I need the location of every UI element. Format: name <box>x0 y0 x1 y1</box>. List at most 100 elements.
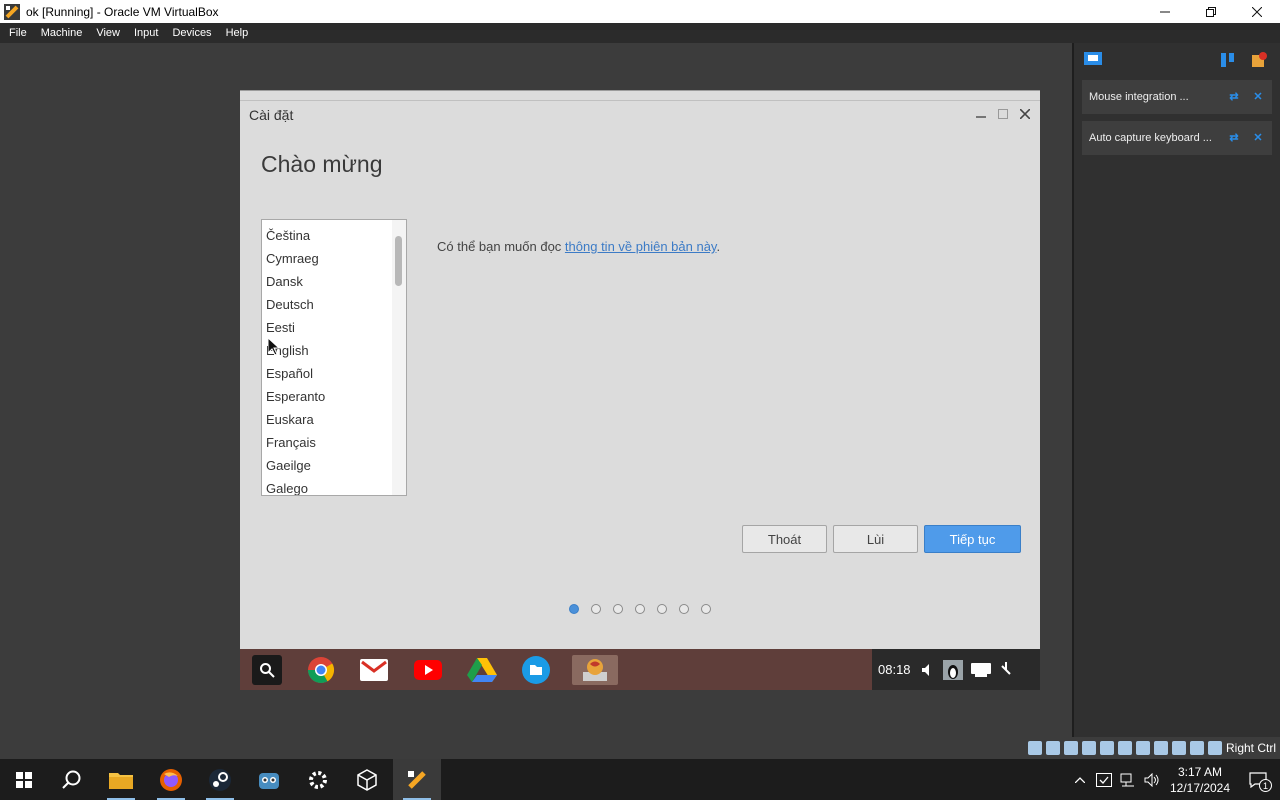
speaker-icon <box>1144 772 1159 787</box>
youtube-app[interactable] <box>413 655 443 685</box>
drive-app[interactable] <box>467 655 497 685</box>
language-list-scrollbar[interactable] <box>392 220 406 495</box>
cpu-icon[interactable] <box>1171 741 1186 755</box>
mouse-integration-icon[interactable] <box>1189 741 1204 755</box>
clock-time: 3:17 AM <box>1177 764 1223 779</box>
language-item[interactable]: Gaeilge <box>262 454 392 477</box>
chevron-up-icon <box>1075 776 1085 783</box>
host-window-title: ok [Running] - Oracle VM VirtualBox <box>26 4 219 19</box>
menu-file[interactable]: File <box>0 23 34 43</box>
menu-view[interactable]: View <box>89 23 127 43</box>
pin-icon[interactable]: ⇄ <box>1228 131 1240 144</box>
shared-folders-icon[interactable] <box>1117 741 1132 755</box>
language-item[interactable]: English <box>262 339 392 362</box>
notification-auto-capture-keyboard: Auto capture keyboard ... ⇄ ✕ <box>1082 121 1272 155</box>
hard-disk-icon[interactable] <box>1027 741 1042 755</box>
menu-input[interactable]: Input <box>127 23 165 43</box>
vm-display[interactable]: Cài đặt Chào mừng Čeština Cymraeg Dansk … <box>0 43 1070 737</box>
language-item[interactable]: Čeština <box>262 224 392 247</box>
back-button[interactable]: Lùi <box>833 525 918 553</box>
network-icon <box>1120 773 1134 786</box>
search-icon <box>62 770 81 789</box>
close-icon[interactable]: ✕ <box>1252 131 1264 144</box>
notification-text: Mouse integration ... <box>1089 91 1189 103</box>
taskbar-godot[interactable] <box>245 759 293 800</box>
menu-machine[interactable]: Machine <box>34 23 90 43</box>
taskbar-settings[interactable] <box>294 759 342 800</box>
step-dot <box>569 604 579 614</box>
action-center-button[interactable]: 1 <box>1236 759 1280 800</box>
cube-icon <box>357 768 377 791</box>
taskbar-firefox[interactable] <box>147 759 195 800</box>
keyboard-capture-icon[interactable] <box>1207 741 1222 755</box>
chrome-app[interactable] <box>306 655 336 685</box>
minimize-button[interactable] <box>1142 0 1188 23</box>
clear-notifications-icon[interactable] <box>1250 51 1268 69</box>
gmail-app[interactable] <box>359 655 389 685</box>
system-tray: 3:17 AM 12/17/2024 1 <box>1068 759 1280 800</box>
step-dot <box>679 604 689 614</box>
installer-icon <box>583 659 607 681</box>
mouse-cursor-icon <box>268 338 280 356</box>
taskbar-clock[interactable]: 3:17 AM 12/17/2024 <box>1164 764 1236 796</box>
menu-devices[interactable]: Devices <box>165 23 218 43</box>
installer-maximize-button[interactable] <box>994 105 1012 123</box>
recording-icon[interactable] <box>1153 741 1168 755</box>
scrollbar-thumb[interactable] <box>395 236 402 286</box>
close-button[interactable] <box>1234 0 1280 23</box>
language-item[interactable]: Galego <box>262 477 392 495</box>
files-app[interactable] <box>521 655 551 685</box>
language-item[interactable]: Deutsch <box>262 293 392 316</box>
show-hidden-icons-button[interactable] <box>1068 759 1092 800</box>
installer-minimize-button[interactable] <box>972 105 990 123</box>
pin-icon[interactable]: ⇄ <box>1228 90 1240 103</box>
tray-volume-icon[interactable] <box>1140 759 1164 800</box>
language-list[interactable]: Čeština Cymraeg Dansk Deutsch Eesti Engl… <box>261 219 407 496</box>
guest-status-area[interactable]: 08:18 <box>872 649 1040 690</box>
minimize-icon <box>976 116 986 118</box>
audio-icon[interactable] <box>1063 741 1078 755</box>
notification-center: Mouse integration ... ⇄ ✕ Auto capture k… <box>1072 43 1280 737</box>
step-dot <box>657 604 667 614</box>
network-icon[interactable] <box>1081 741 1096 755</box>
menu-help[interactable]: Help <box>219 23 256 43</box>
release-notes-text: Có thể bạn muốn đọc thông tin về phiên b… <box>437 239 720 254</box>
display-icon[interactable] <box>1135 741 1150 755</box>
language-item[interactable]: Esperanto <box>262 385 392 408</box>
close-icon[interactable]: ✕ <box>1252 90 1264 103</box>
installer-close-button[interactable] <box>1016 105 1034 123</box>
notification-count-badge: 1 <box>1259 779 1272 792</box>
optical-drive-icon[interactable] <box>1045 741 1060 755</box>
restore-button[interactable] <box>1188 0 1234 23</box>
installer-app[interactable] <box>572 655 618 685</box>
vm-statusbar: Right Ctrl <box>0 737 1280 759</box>
tray-security-icon[interactable] <box>1092 759 1116 800</box>
step-dot <box>613 604 623 614</box>
taskbar-virtualbox-vm[interactable] <box>393 759 441 800</box>
sort-icon[interactable] <box>1220 52 1236 68</box>
taskbar-file-explorer[interactable] <box>97 759 145 800</box>
welcome-heading: Chào mừng <box>261 151 383 177</box>
language-item[interactable]: Français <box>262 431 392 454</box>
release-notes-link[interactable]: thông tin về phiên bản này <box>565 239 717 254</box>
continue-button[interactable]: Tiếp tục <box>924 525 1021 553</box>
step-indicator <box>569 604 711 614</box>
language-item[interactable]: Dansk <box>262 270 392 293</box>
windows-taskbar: 3:17 AM 12/17/2024 1 <box>0 759 1280 800</box>
language-item[interactable]: Cymraeg <box>262 247 392 270</box>
start-button[interactable] <box>0 759 48 800</box>
taskbar-steam[interactable] <box>196 759 244 800</box>
godot-icon <box>259 772 279 789</box>
language-item[interactable]: Español <box>262 362 392 385</box>
language-item[interactable]: Eesti <box>262 316 392 339</box>
notification-center-icon[interactable] <box>1084 52 1102 68</box>
launcher-search-button[interactable] <box>252 655 282 685</box>
notification-mouse-integration: Mouse integration ... ⇄ ✕ <box>1082 80 1272 114</box>
quit-button[interactable]: Thoát <box>742 525 827 553</box>
tray-network-icon[interactable] <box>1116 759 1140 800</box>
taskbar-virtualbox-manager[interactable] <box>343 759 391 800</box>
taskbar-search-button[interactable] <box>48 759 96 800</box>
language-item[interactable]: Euskara <box>262 408 392 431</box>
usb-icon[interactable] <box>1099 741 1114 755</box>
guest-screen[interactable]: Cài đặt Chào mừng Čeština Cymraeg Dansk … <box>240 90 1040 690</box>
